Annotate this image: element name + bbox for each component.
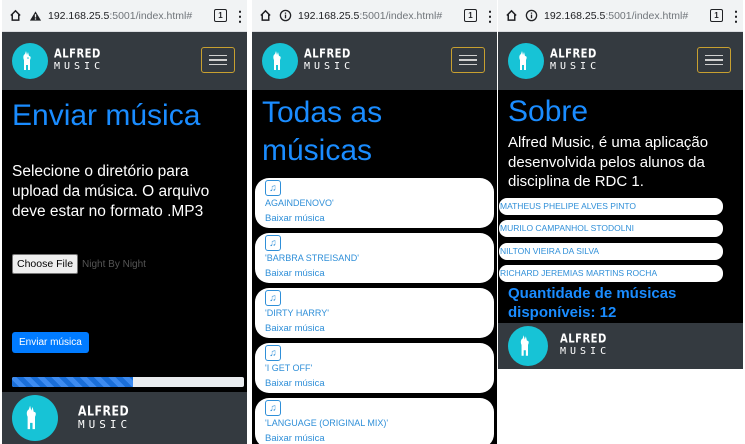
warning-icon[interactable] <box>28 9 42 23</box>
home-icon[interactable] <box>258 9 272 23</box>
download-link[interactable]: Baixar música <box>265 433 484 444</box>
navbar: ALFRED MUSIC <box>498 32 743 90</box>
music-note-icon: ♫ <box>265 400 281 416</box>
member-item: RICHARD JEREMIAS MARTINS ROCHA <box>499 265 723 282</box>
hamburger-icon[interactable] <box>201 47 235 73</box>
music-note-icon: ♫ <box>265 235 281 251</box>
hamburger-icon[interactable] <box>451 47 485 73</box>
upload-progress-bar <box>12 377 244 387</box>
url-text[interactable]: 192.168.25.5:5001/index.html# <box>298 10 458 22</box>
download-link[interactable]: Baixar música <box>265 323 484 334</box>
member-item: MATHEUS PHELIPE ALVES PINTO <box>499 197 723 215</box>
music-note-icon: ♫ <box>265 290 281 306</box>
song-title: AGAINDENOVO' <box>265 198 334 208</box>
llama-logo-icon <box>262 43 298 79</box>
song-title: 'DIRTY HARRY' <box>265 308 329 318</box>
browser-url-bar: 192.168.25.5:5001/index.html# 1 ⋮ <box>498 0 743 32</box>
brand-text: ALFRED MUSIC <box>54 47 105 72</box>
download-link[interactable]: Baixar música <box>265 378 484 389</box>
url-text[interactable]: 192.168.25.5:5001/index.html# <box>544 10 704 22</box>
footer: ALFRED MUSIC <box>498 323 743 369</box>
song-title: 'BARBRA STREISAND' <box>265 253 359 263</box>
song-card: ♫ 'BARBRA STREISAND' Baixar música <box>255 233 494 283</box>
song-title: 'I GET OFF' <box>265 363 313 373</box>
about-description: Alfred Music, é uma aplicação desenvolvi… <box>508 134 709 190</box>
brand-logo[interactable]: ALFRED MUSIC <box>508 43 600 79</box>
page-title: Enviar música <box>12 99 201 132</box>
browser-url-bar: 192.168.25.5:5001/index.html# 1 ⋮ <box>252 0 497 32</box>
song-count: Quantidade de músicas disponíveis: 12 <box>508 284 677 321</box>
download-link[interactable]: Baixar música <box>265 268 484 279</box>
member-list: MATHEUS PHELIPE ALVES PINTO MURILO CAMPAN… <box>498 197 743 282</box>
choose-file-button[interactable]: Choose File <box>12 254 79 274</box>
song-card: ♫ 'LANGUAGE (ORIGINAL MIX)' Baixar música <box>255 398 494 444</box>
info-icon[interactable] <box>524 9 538 23</box>
selected-file-name: Night By Night <box>82 258 146 270</box>
songs-screen: 192.168.25.5:5001/index.html# 1 ⋮ ALFRED… <box>252 0 497 444</box>
llama-logo-icon <box>508 43 544 79</box>
member-item: NILTON VIEIRA DA SILVA <box>499 242 723 260</box>
song-card: ♫ AGAINDENOVO' Baixar música <box>255 178 494 228</box>
upload-description: Selecione o diretório para upload da mús… <box>12 163 210 220</box>
music-note-icon: ♫ <box>265 345 281 361</box>
footer-logo: ALFRED MUSIC <box>508 326 610 366</box>
navbar: ALFRED MUSIC <box>252 32 497 90</box>
llama-logo-icon <box>12 43 48 79</box>
song-card: ♫ 'DIRTY HARRY' Baixar música <box>255 288 494 338</box>
song-card: ♫ 'I GET OFF' Baixar música <box>255 343 494 393</box>
upload-progress-fill <box>12 377 133 387</box>
file-input[interactable]: Choose File Night By Night <box>2 254 247 274</box>
tabs-icon[interactable]: 1 <box>214 9 227 22</box>
upload-submit-button[interactable]: Enviar música <box>12 332 89 353</box>
home-icon[interactable] <box>504 9 518 23</box>
about-screen: 192.168.25.5:5001/index.html# 1 ⋮ ALFRED… <box>498 0 743 444</box>
navbar: ALFRED MUSIC <box>2 32 247 90</box>
llama-logo-icon <box>12 395 58 441</box>
song-title: 'LANGUAGE (ORIGINAL MIX)' <box>265 418 389 428</box>
info-icon[interactable] <box>278 9 292 23</box>
page-title: Sobre <box>508 95 589 128</box>
brand-logo[interactable]: ALFRED MUSIC <box>262 43 354 79</box>
song-list: ♫ AGAINDENOVO' Baixar música ♫ 'BARBRA STREI… <box>252 178 497 444</box>
brand-logo[interactable]: ALFRED MUSIC <box>12 43 104 79</box>
member-item: MURILO CAMPANHOL STODOLNI <box>499 220 723 237</box>
upload-screen: 192.168.25.5:5001/index.html# 1 ⋮ ALFRED… <box>2 0 247 444</box>
footer: ALFRED MUSIC <box>2 392 247 444</box>
tabs-icon[interactable]: 1 <box>464 9 477 22</box>
more-icon[interactable]: ⋮ <box>729 9 743 23</box>
more-icon[interactable]: ⋮ <box>233 9 247 23</box>
page-title: Todas as músicas <box>262 96 383 167</box>
url-text[interactable]: 192.168.25.5:5001/index.html# <box>48 10 208 22</box>
more-icon[interactable]: ⋮ <box>483 9 497 23</box>
browser-url-bar: 192.168.25.5:5001/index.html# 1 ⋮ <box>2 0 247 32</box>
download-link[interactable]: Baixar música <box>265 213 484 224</box>
music-note-icon: ♫ <box>265 180 281 196</box>
page-background <box>498 369 743 444</box>
footer-logo: ALFRED MUSIC <box>12 395 131 441</box>
home-icon[interactable] <box>8 9 22 23</box>
llama-logo-icon <box>508 326 548 366</box>
hamburger-icon[interactable] <box>697 47 731 73</box>
tabs-icon[interactable]: 1 <box>710 9 723 22</box>
